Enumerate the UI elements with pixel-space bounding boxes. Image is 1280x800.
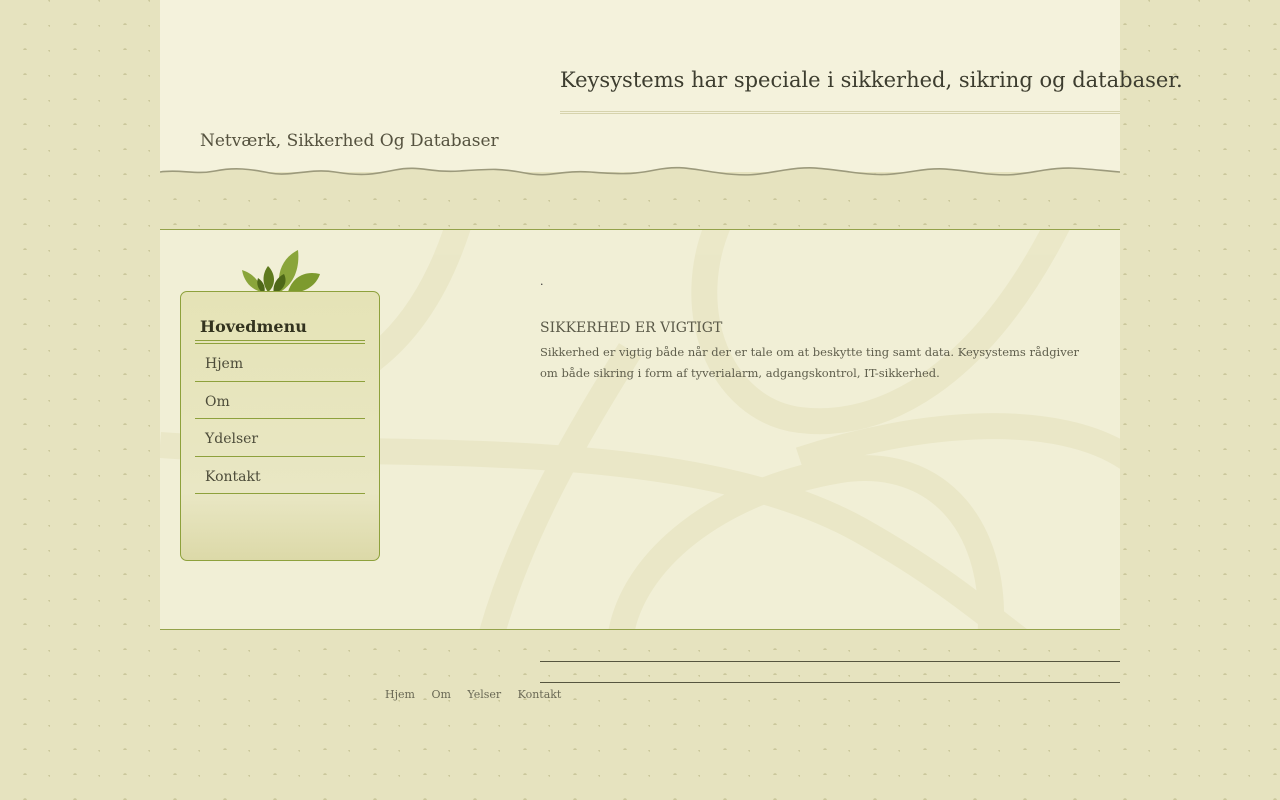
menu-heading: Hovedmenu — [200, 317, 307, 336]
footer-divider-bottom — [540, 682, 1120, 683]
footer-nav: Hjem Om Yelser Kontakt — [385, 688, 574, 701]
tagline: Keysystems har speciale i sikkerhed, sik… — [560, 68, 1183, 92]
menu-item-kontakt[interactable]: Kontakt — [195, 457, 365, 494]
page-container: Keysystems har speciale i sikkerhed, sik… — [160, 0, 1183, 800]
main-menu: Hovedmenu Hjem Om Ydelser Kontakt — [180, 291, 380, 561]
leaves-icon — [242, 250, 320, 294]
article-body: Sikkerhed er vigtig både når der er tale… — [540, 345, 1080, 380]
menu-list: Hjem Om Ydelser Kontakt — [195, 344, 365, 494]
footer-divider-top — [540, 661, 1120, 662]
content-area: Hovedmenu Hjem Om Ydelser Kontakt . SIKK… — [160, 229, 1120, 630]
footer-link-hjem[interactable]: Hjem — [385, 688, 415, 701]
menu-item-ydelser[interactable]: Ydelser — [195, 419, 365, 457]
article-title: SIKKERHED ER VIGTIGT — [540, 320, 723, 336]
tagline-divider — [560, 111, 1120, 114]
header: Keysystems har speciale i sikkerhed, sik… — [160, 0, 1183, 172]
menu-item-hjem[interactable]: Hjem — [195, 344, 365, 382]
footer-link-om[interactable]: Om — [431, 688, 450, 701]
content-marker: . — [540, 275, 544, 288]
site-title: Netværk, Sikkerhed Og Databaser — [200, 131, 499, 151]
footer-link-kontakt[interactable]: Kontakt — [518, 688, 562, 701]
footer-link-yelser[interactable]: Yelser — [467, 688, 501, 701]
menu-item-om[interactable]: Om — [195, 382, 365, 419]
decorative-band — [160, 178, 1120, 229]
